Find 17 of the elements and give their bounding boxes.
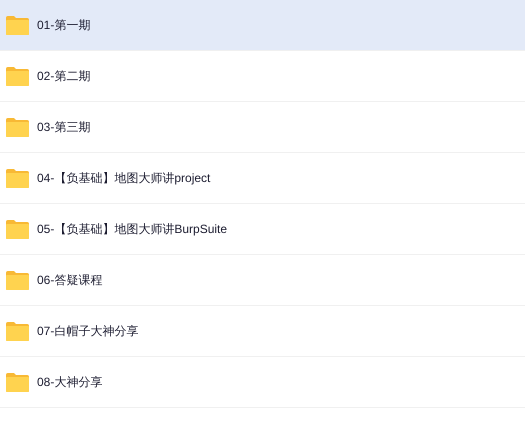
- folder-icon: [5, 14, 30, 36]
- folder-icon: [5, 218, 30, 240]
- folder-name: 06-答疑课程: [37, 272, 102, 289]
- folder-icon: [5, 66, 30, 86]
- folder-name: 02-第二期: [37, 68, 90, 85]
- folder-icon: [5, 372, 30, 392]
- folder-name: 03-第三期: [37, 119, 90, 136]
- folder-icon: [5, 116, 30, 138]
- folder-row[interactable]: 01-第一期: [0, 0, 525, 51]
- folder-icon: [5, 168, 30, 188]
- folder-name: 01-第一期: [37, 17, 90, 34]
- folder-icon: [5, 270, 30, 290]
- folder-name: 05-【负基础】地图大师讲BurpSuite: [37, 221, 228, 238]
- folder-name: 08-大神分享: [37, 374, 102, 391]
- folder-name: 04-【负基础】地图大师讲project: [37, 170, 210, 187]
- folder-name: 07-白帽子大神分享: [37, 323, 138, 340]
- folder-icon: [5, 320, 30, 342]
